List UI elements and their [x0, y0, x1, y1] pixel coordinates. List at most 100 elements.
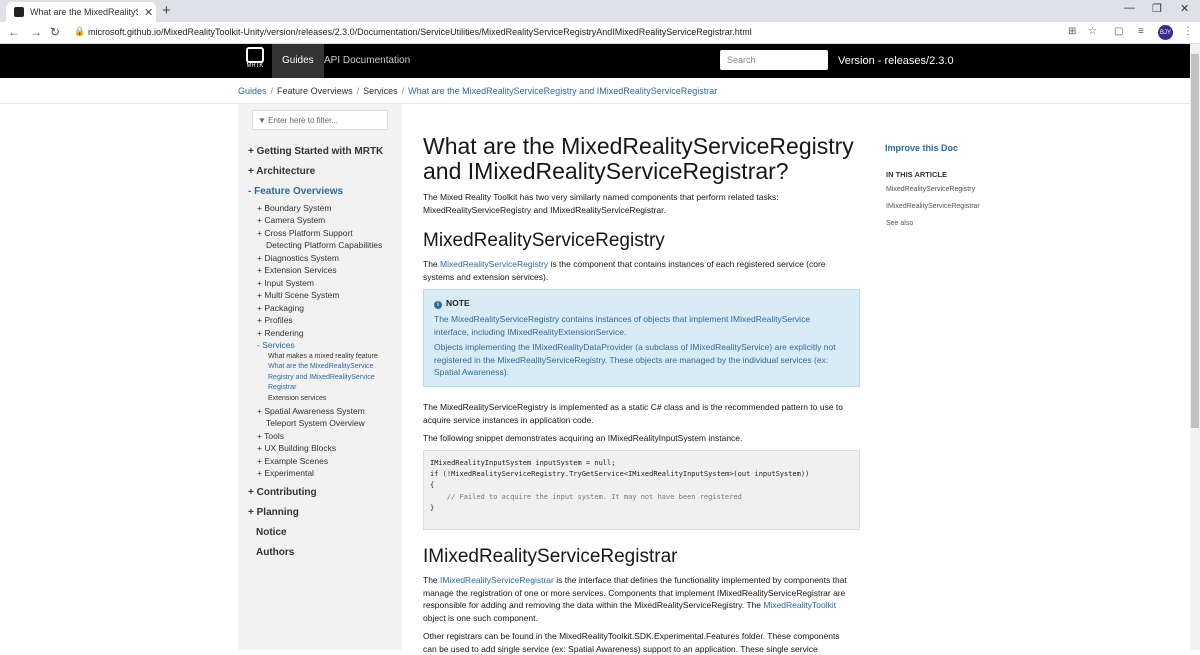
improve-doc-link[interactable]: Improve this Doc: [885, 143, 958, 153]
version-label: Version - releases/2.3.0: [838, 55, 954, 67]
text: Other registrars can be found in the Mix…: [423, 630, 859, 643]
translate-icon[interactable]: ⊞: [1068, 26, 1076, 37]
text: interface, including IMixedRealityExtens…: [434, 326, 849, 339]
toc-teleport[interactable]: Teleport System Overview: [266, 418, 365, 428]
media-icon[interactable]: ≡: [1138, 26, 1144, 37]
text: systems and extension services).: [423, 271, 859, 284]
link-mixed-reality-toolkit[interactable]: MixedRealityToolkit: [763, 600, 836, 610]
toc-experimental[interactable]: + Experimental: [257, 468, 314, 478]
toc-packaging[interactable]: + Packaging: [257, 303, 304, 313]
breadcrumb-feature-overviews[interactable]: Feature Overviews: [277, 86, 353, 96]
logo-icon: [246, 47, 264, 63]
browser-tab-strip: What are the MixedRealityServic ✕ + — ❐ …: [0, 0, 1200, 22]
text: responsible for adding and removing the …: [423, 600, 763, 610]
heading-service-registrar: IMixedRealityServiceRegistrar: [423, 546, 677, 568]
toc-current-page-line3[interactable]: Registrar: [268, 384, 296, 391]
toc-example-scenes[interactable]: + Example Scenes: [257, 456, 328, 466]
intro-paragraph: The Mixed Reality Toolkit has two very s…: [423, 191, 859, 216]
registry-paragraph-3: The following snippet demonstrates acqui…: [423, 432, 859, 445]
code-snippet: IMixedRealityInputSystem inputSystem = n…: [423, 450, 860, 530]
toc-services[interactable]: - Services: [257, 340, 295, 350]
code-line: }: [430, 503, 853, 514]
toc-current-page-line1[interactable]: What are the MixedRealityService: [268, 363, 373, 370]
search-input[interactable]: Search: [720, 50, 828, 70]
toc-what-makes-feature[interactable]: What makes a mixed reality feature: [268, 353, 378, 360]
toc-rendering[interactable]: + Rendering: [257, 328, 304, 338]
breadcrumb-services[interactable]: Services: [363, 86, 398, 96]
minimize-icon[interactable]: —: [1124, 2, 1135, 14]
page-title-line2: and IMixedRealityServiceRegistrar?: [423, 159, 863, 184]
sidebar: ▼ Enter here to filter... + Getting Star…: [238, 104, 402, 650]
registrar-paragraph-1: The IMixedRealityServiceRegistrar is the…: [423, 574, 859, 624]
breadcrumb-guides[interactable]: Guides: [238, 86, 267, 96]
toc-feature-overviews[interactable]: - Feature Overviews: [248, 186, 343, 197]
bookmark-star-icon[interactable]: ☆: [1088, 26, 1097, 37]
toc-notice[interactable]: Notice: [256, 527, 287, 538]
browser-tab[interactable]: What are the MixedRealityServic ✕: [6, 2, 156, 22]
info-icon: i: [434, 301, 442, 309]
tab-title: What are the MixedRealityServic: [30, 7, 138, 17]
extension-icon[interactable]: ▢: [1114, 26, 1123, 37]
logo-text: MRTK: [244, 63, 266, 69]
toc-cross-platform[interactable]: + Cross Platform Support: [257, 228, 353, 238]
url-field[interactable]: microsoft.github.io/MixedRealityToolkit-…: [88, 27, 752, 37]
code-line: {: [430, 480, 853, 491]
intro-line1: The Mixed Reality Toolkit has two very s…: [423, 191, 859, 204]
toc-ux-building-blocks[interactable]: + UX Building Blocks: [257, 443, 336, 453]
toc-architecture[interactable]: + Architecture: [248, 166, 315, 177]
toc-extension-services-child[interactable]: Extension services: [268, 395, 326, 402]
page-title-line1: What are the MixedRealityServiceRegistry: [423, 134, 863, 159]
close-window-icon[interactable]: ✕: [1180, 2, 1189, 15]
toc-extension-services[interactable]: + Extension Services: [257, 265, 337, 275]
toc-detecting-platform[interactable]: Detecting Platform Capabilities: [266, 240, 382, 250]
link-service-registry[interactable]: MixedRealityServiceRegistry: [440, 259, 548, 269]
lock-icon[interactable]: 🔒: [74, 26, 85, 37]
article-link-see-also[interactable]: See also: [886, 220, 913, 227]
toc-camera-system[interactable]: + Camera System: [257, 215, 325, 225]
filter-placeholder: Enter here to filter...: [268, 116, 338, 125]
new-tab-icon[interactable]: +: [162, 2, 171, 19]
link-service-registrar[interactable]: IMixedRealityServiceRegistrar: [440, 575, 554, 585]
text: The MixedRealityServiceRegistry is imple…: [423, 401, 859, 414]
toc-profiles[interactable]: + Profiles: [257, 315, 293, 325]
article-link-registrar[interactable]: IMixedRealityServiceRegistrar: [886, 203, 980, 210]
menu-kebab-icon[interactable]: ⋮: [1183, 26, 1193, 37]
toc-tools[interactable]: + Tools: [257, 431, 284, 441]
toc-contributing[interactable]: + Contributing: [248, 487, 317, 498]
toc-diagnostics[interactable]: + Diagnostics System: [257, 253, 339, 263]
forward-icon[interactable]: →: [30, 25, 42, 39]
breadcrumb-current[interactable]: What are the MixedRealityServiceRegistry…: [408, 86, 717, 96]
article-link-registry[interactable]: MixedRealityServiceRegistry: [886, 186, 975, 193]
filter-input[interactable]: ▼ Enter here to filter...: [252, 110, 388, 130]
registrar-paragraph-2: Other registrars can be found in the Mix…: [423, 630, 859, 655]
scrollbar-thumb[interactable]: [1191, 54, 1199, 428]
text: The: [423, 259, 440, 269]
code-line: IMixedRealityInputSystem inputSystem = n…: [430, 458, 853, 469]
text: The MixedRealityServiceRegistry contains…: [434, 313, 849, 326]
close-tab-icon[interactable]: ✕: [144, 6, 153, 19]
note-callout: iNOTE The MixedRealityServiceRegistry co…: [423, 289, 860, 387]
reload-icon[interactable]: ↻: [50, 25, 60, 39]
toc-planning[interactable]: + Planning: [248, 507, 299, 518]
toc-input-system[interactable]: + Input System: [257, 278, 314, 288]
site-header: MRTK Guides API Documentation Search Ver…: [0, 44, 1190, 78]
breadcrumb: Guides/Feature Overviews/Services/What a…: [238, 86, 717, 96]
maximize-icon[interactable]: ❐: [1152, 2, 1162, 15]
back-icon[interactable]: ←: [8, 25, 20, 39]
avatar[interactable]: BJY: [1158, 25, 1173, 40]
toc-spatial-awareness[interactable]: + Spatial Awareness System: [257, 406, 365, 416]
page-title: What are the MixedRealityServiceRegistry…: [423, 134, 863, 184]
toc-multi-scene[interactable]: + Multi Scene System: [257, 290, 339, 300]
in-this-article-heading: IN THIS ARTICLE: [886, 170, 947, 179]
toc-boundary-system[interactable]: + Boundary System: [257, 203, 331, 213]
mrtk-logo[interactable]: MRTK: [244, 47, 266, 75]
toc-getting-started[interactable]: + Getting Started with MRTK: [248, 146, 383, 157]
address-bar-row: ← → ↻ 🔒 microsoft.github.io/MixedReality…: [0, 22, 1200, 44]
intro-line2: MixedRealityServiceRegistry and IMixedRe…: [423, 204, 859, 217]
nav-api-documentation[interactable]: API Documentation: [314, 44, 420, 78]
note-paragraph-1: The MixedRealityServiceRegistry contains…: [434, 313, 849, 338]
note-paragraph-2: Objects implementing the IMixedRealityDa…: [434, 341, 849, 379]
toc-authors[interactable]: Authors: [256, 547, 294, 558]
toc-current-page-line2[interactable]: Registry and IMixedRealityService: [268, 374, 375, 381]
registry-paragraph-1: The MixedRealityServiceRegistry is the c…: [423, 258, 859, 283]
